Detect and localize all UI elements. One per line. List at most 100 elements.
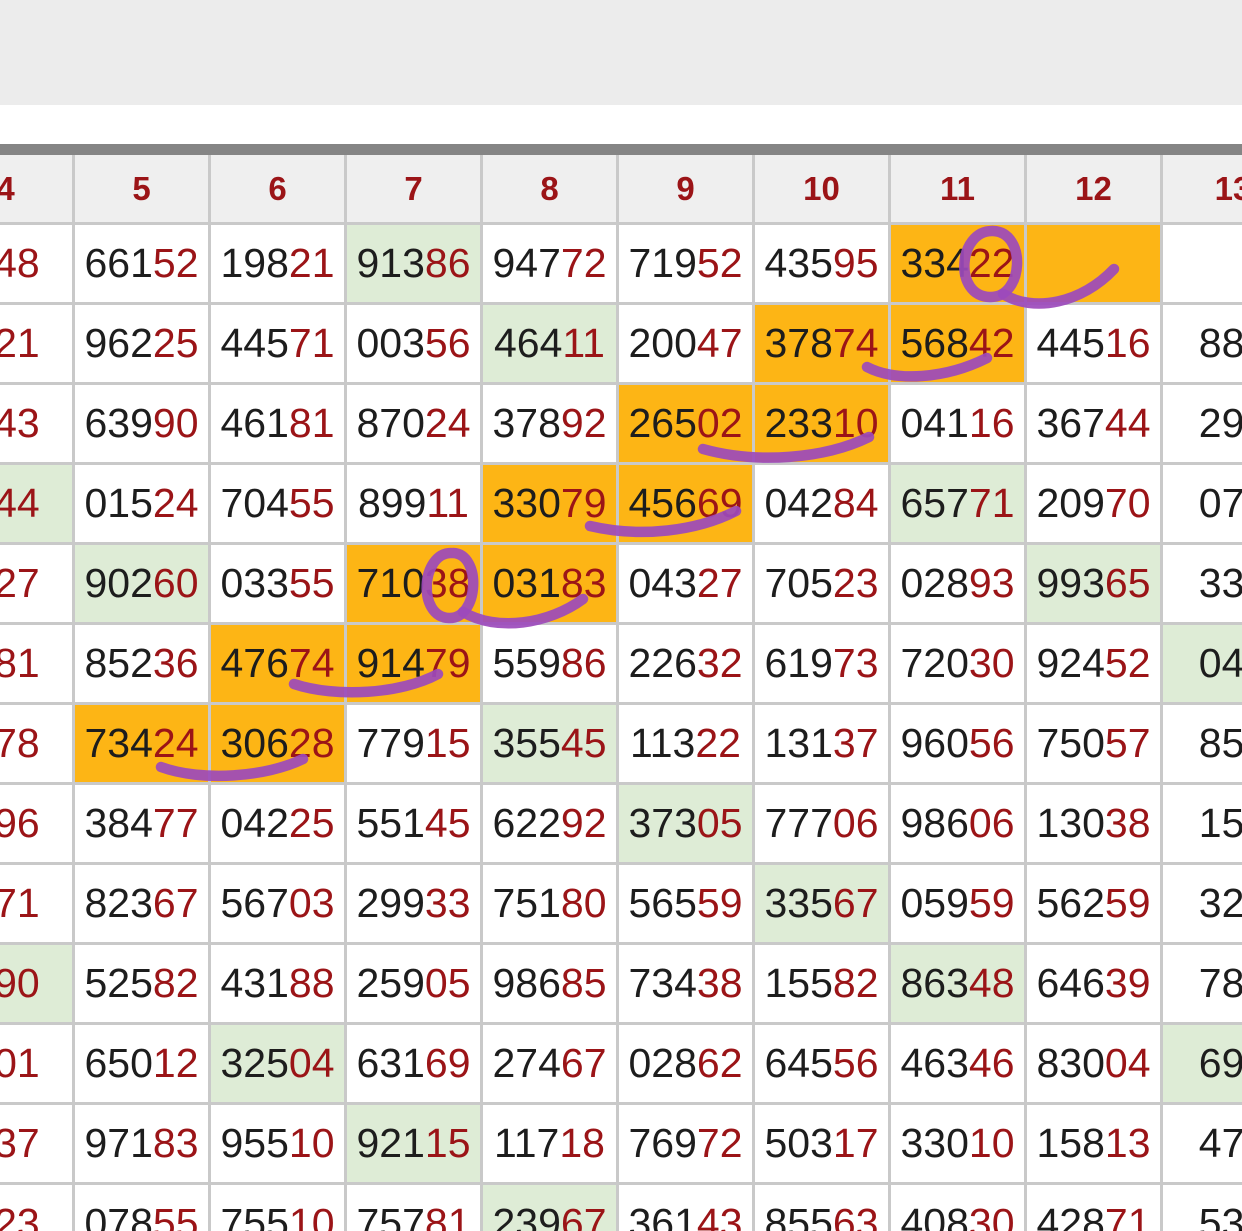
number-cell: 91386 [347,225,480,302]
digits-red: 11 [562,320,605,367]
number-cell: 37305 [619,785,752,862]
number-cell: 13038 [1027,785,1160,862]
digits-black: 078 [84,1200,152,1231]
digits-red: 52 [1105,640,1151,687]
digits-red: 13 [1105,1120,1151,1167]
digits-black: 857 [1199,720,1242,767]
digits-black: 463 [900,1040,968,1087]
digits-black: 705 [764,560,832,607]
digits-red: 32 [697,640,743,687]
number-cell: 22632 [619,625,752,702]
digits-black: 130 [1036,800,1104,847]
number-cell: 04225 [211,785,344,862]
digits-red: 71 [1105,1200,1151,1231]
digits-black: 823 [84,880,152,927]
digits-red: 83 [153,1120,199,1167]
digits-black: 431 [220,960,288,1007]
number-cell: 01524 [75,465,208,542]
number-cell: 296 [1163,385,1242,462]
number-cell [1163,225,1242,302]
digits-black: 043 [628,560,696,607]
number-cell: 04284 [755,465,888,542]
digits-red: 45 [425,800,471,847]
digits-black: 830 [1036,1040,1104,1087]
digits-black: 645 [764,1040,832,1087]
digits-black: 971 [84,1120,152,1167]
number-cell: 25905 [347,945,480,1022]
digits-black: 719 [628,240,696,287]
number-cell: 63169 [347,1025,480,1102]
number-cell: 15813 [1027,1105,1160,1182]
column-header: 11 [891,155,1024,222]
number-cell: 46411 [483,305,616,382]
digits-black: 755 [220,1200,288,1231]
digits-red: 55 [153,1200,199,1231]
digits-red: 65 [1105,560,1151,607]
digits-black: 899 [358,480,426,527]
number-grid: 4567891011121314866152198219138694772719… [0,155,1242,1231]
number-cell: 857 [1163,705,1242,782]
digits-black: 456 [628,480,696,527]
digits-black: 028 [900,560,968,607]
digits-black: 373 [628,800,696,847]
digits-red: 57 [1105,720,1151,767]
number-cell: 05959 [891,865,1024,942]
number-cell: 70523 [755,545,888,622]
number-cell: 62292 [483,785,616,862]
number-cell: 85563 [755,1185,888,1231]
number-cell: 37892 [483,385,616,462]
digits-black: 777 [764,800,832,847]
number-cell: 87024 [347,385,480,462]
digits-red: 21 [289,240,335,287]
digits-black: 031 [492,560,560,607]
digits-black: 335 [1199,560,1242,607]
table-top-divider [0,144,1242,155]
digits-red: 15 [425,720,471,767]
digits-red: 01 [0,1040,40,1087]
digits-red: 69 [697,480,743,527]
number-cell: 83004 [1027,1025,1160,1102]
digits-black: 986 [492,960,560,1007]
digits-black: 921 [356,1120,424,1167]
digits-black: 131 [764,720,832,767]
digits-black: 059 [900,880,968,927]
number-cell: 71952 [619,225,752,302]
number-cell: 323 [0,1185,72,1231]
number-cell: 20970 [1027,465,1160,542]
digits-red: 85 [561,960,607,1007]
digits-black: 955 [220,1120,288,1167]
digits-black: 622 [492,800,560,847]
number-cell: 42871 [1027,1185,1160,1231]
number-cell: 50317 [755,1105,888,1182]
number-cell: 26502 [619,385,752,462]
number-cell: 43188 [211,945,344,1022]
digits-black: 750 [1036,720,1104,767]
digits-red: 15 [425,1120,471,1167]
number-cell: 65771 [891,465,1024,542]
digits-black: 698 [1199,1040,1242,1087]
number-cell: 02862 [619,1025,752,1102]
number-cell: 56842 [891,305,1024,382]
number-cell: 98606 [891,785,1024,862]
digits-red: 92 [561,800,607,847]
digits-black: 565 [628,880,696,927]
number-cell: 29933 [347,865,480,942]
digits-black: 914 [356,640,424,687]
digits-black: 003 [356,320,424,367]
digits-red: 22 [969,240,1015,287]
digits-black: 367 [1036,400,1104,447]
digits-red: 55 [289,560,335,607]
digits-black: 757 [356,1200,424,1231]
digits-red: 67 [561,1040,607,1087]
digits-black: 562 [1036,880,1104,927]
digits-red: 38 [697,960,743,1007]
digits-red: 22 [695,720,741,767]
digits-black: 117 [494,1120,559,1167]
number-cell: 30628 [211,705,344,782]
digits-black: 769 [628,1120,696,1167]
digits-red: 81 [425,1200,471,1231]
digits-red: 37 [833,720,879,767]
screen: 4567891011121314866152198219138694772719… [0,0,1242,1231]
number-cell: 63990 [75,385,208,462]
number-cell: 074 [1163,465,1242,542]
